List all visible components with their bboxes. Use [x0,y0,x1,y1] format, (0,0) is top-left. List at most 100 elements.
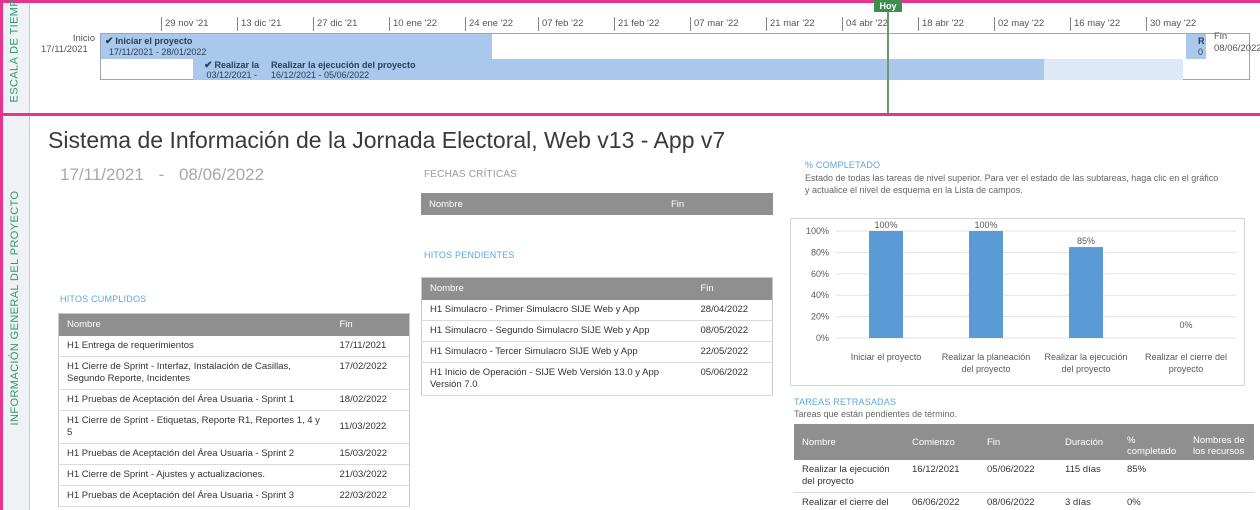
milestone-date: 05/06/2022 [692,362,773,396]
table-row[interactable]: H1 Entrega de requerimientos 17/11/2021 [58,335,410,357]
y-tick-label: 80% [811,247,829,257]
timeline-end-label: Fin [1214,31,1228,42]
table-row[interactable]: H1 Simulacro - Primer Simulacro SIJE Web… [421,299,773,321]
chart-canvas: 0% 20% 40% 60% 80% 100% 100% Iniciar el proyect… [806,220,1236,374]
milestone-date: 17/11/2021 [331,335,410,357]
timeline-tick: 29 nov '21 [161,17,209,31]
milestone-name: H1 Cierre de Sprint - Etiquetas, Reporte… [58,410,332,444]
today-marker [887,8,889,113]
data-label: 100% [874,220,897,230]
category-label: proyecto [1169,364,1204,374]
fechas-criticas-heading: FECHAS CRÍTICAS [424,169,518,180]
hitos-cumplidos-heading: HITOS CUMPLIDOS [60,294,147,304]
milestone-date: 11/03/2022 [331,410,410,444]
timeline-tick: 13 dic '21 [237,17,281,31]
timeline-tick: 30 may '22 [1146,17,1196,31]
milestone-date: 15/03/2022 [331,443,410,465]
timeline-bar-iniciar[interactable]: ✔ Iniciar el proyecto 17/11/2021 - 28/01/… [101,34,492,59]
project-end: 08/06/2022 [178,165,265,184]
table-row[interactable]: H1 Cierre de Sprint - Interfaz, Instalac… [58,356,410,390]
table-row[interactable]: Realizar la ejecución del proyecto 16/12… [794,460,1254,493]
timeline-tick: 02 may '22 [994,17,1044,31]
bar-title: R [1198,36,1205,46]
bar-dates: 0 [1198,47,1204,57]
milestone-name: H1 Pruebas de Aceptación del Área Usuari… [58,443,332,465]
timeline[interactable]: 29 nov '21 13 dic '21 27 dic '21 10 ene … [31,0,1260,113]
timeline-tick: 27 dic '21 [313,17,357,31]
chart-bar [1069,247,1103,338]
column-header: Fin [979,424,1057,460]
category-label: Realizar la ejecución [1044,352,1127,362]
date-separator: - [158,165,165,184]
table-row[interactable]: H1 Simulacro - Tercer Simulacro SIJE Web… [421,341,773,363]
tareas-retrasadas-table: Nombre Comienzo Fin Duración % completad… [794,424,1254,510]
timeline-end-date: 08/06/2022 [1214,43,1260,54]
task-resources [1185,460,1254,493]
table-row[interactable]: H1 Pruebas de Aceptación del Área Usuari… [58,389,410,411]
milestone-name: H1 Simulacro - Primer Simulacro SIJE Web… [421,299,693,321]
hitos-pendientes-heading: HITOS PENDIENTES [424,250,515,260]
data-label: 85% [1077,236,1095,246]
data-label: 0% [1179,320,1192,330]
table-row[interactable]: H1 Cierre de Sprint - Etiquetas, Reporte… [58,410,410,444]
timeline-track: ✔ Iniciar el proyecto 17/11/2021 - 28/01/… [100,33,1250,80]
timeline-tick: 18 abr '22 [918,17,964,31]
column-header: Nombre [421,277,693,300]
column-header: Fin [331,313,410,336]
milestone-name: H1 Entrega de requerimientos [58,335,332,357]
table-row[interactable]: H1 Pruebas de Aceptación del Área Usuari… [58,485,410,507]
bar-dates: 16/12/2021 - 05/06/2022 [271,70,370,80]
timeline-tick: 24 ene '22 [465,17,513,31]
data-label: 100% [974,220,997,230]
fechas-criticas-table: Nombre Fin [421,193,773,215]
task-end: 05/06/2022 [979,460,1057,493]
milestone-name: H1 Pruebas de Aceptación del Área Usuari… [58,485,332,507]
task-start: 06/06/2022 [904,492,979,510]
timeline-bar-cierre[interactable]: R 0 [1186,34,1206,59]
completion-chart[interactable]: 0% 20% 40% 60% 80% 100% 100% Iniciar el proyect… [790,218,1245,386]
hitos-cumplidos-table: Nombre Fin H1 Entrega de requerimientos … [58,313,410,507]
y-tick-label: 100% [806,226,829,236]
column-header: Fin [692,277,773,300]
timeline-start-date: 17/11/2021 [41,44,88,55]
tareas-retrasadas-heading: TAREAS RETRASADAS [794,397,897,407]
category-label: del proyecto [1061,364,1110,374]
bar-dates: 03/12/2021 - [206,70,257,80]
column-header: Nombres de los recursos [1185,424,1254,460]
table-row[interactable]: H1 Cierre de Sprint - Ajustes y actualiz… [58,464,410,486]
column-header: Nombre [421,193,663,215]
bar-title: Iniciar el proyecto [115,36,193,46]
column-header: Duración [1057,424,1119,460]
bar-dates: 17/11/2021 - 28/01/2022 [109,47,207,57]
timeline-tick: 10 ene '22 [389,17,437,31]
milestone-name: H1 Pruebas de Aceptación del Área Usuari… [58,389,332,411]
timeline-start-label: Inicio [72,33,95,44]
milestone-name: H1 Inicio de Operación - SIJE Web Versió… [421,362,693,396]
milestone-date: 21/03/2022 [331,464,410,486]
timeline-side-label: ESCALA DE TIEMPO [8,0,21,103]
y-tick-label: 40% [811,290,829,300]
timeline-tick: 16 may '22 [1070,17,1120,31]
milestone-date: 08/05/2022 [692,320,773,342]
report-frame: ESCALA DE TIEMPO INFORMACIÓN GENERAL DEL… [0,0,1260,510]
table-row[interactable]: Realizar el cierre del 06/06/2022 08/06/… [794,492,1254,510]
timeline-bar-planeacion[interactable]: ✔ Realizar la 03/12/2021 - [193,59,263,80]
table-row[interactable]: H1 Pruebas de Aceptación del Área Usuari… [58,443,410,465]
milestone-name: H1 Simulacro - Tercer Simulacro SIJE Web… [421,341,693,363]
timeline-scale: 29 nov '21 13 dic '21 27 dic '21 10 ene … [31,17,1260,31]
y-tick-label: 0% [816,333,829,343]
timeline-tick: 21 feb '22 [614,17,659,31]
completado-heading: % COMPLETADO [805,160,881,170]
milestone-name: H1 Cierre de Sprint - Ajustes y actualiz… [58,464,332,486]
table-row[interactable]: H1 Simulacro - Segundo Simulacro SIJE We… [421,320,773,342]
y-tick-label: 20% [811,312,829,322]
category-label: Realizar la planeación [942,352,1031,362]
column-header: Nombre [58,313,332,336]
hitos-pendientes-table: Nombre Fin H1 Simulacro - Primer Simulac… [421,277,773,396]
section-divider [3,113,1260,116]
table-row[interactable]: H1 Inicio de Operación - SIJE Web Versió… [421,362,773,396]
task-start: 16/12/2021 [904,460,979,493]
bar-title: Realizar la [214,60,259,70]
category-label: Realizar el cierre del [1145,352,1227,362]
timeline-bar-ejecucion[interactable]: Realizar la ejecución del proyecto 16/12… [263,59,1044,80]
